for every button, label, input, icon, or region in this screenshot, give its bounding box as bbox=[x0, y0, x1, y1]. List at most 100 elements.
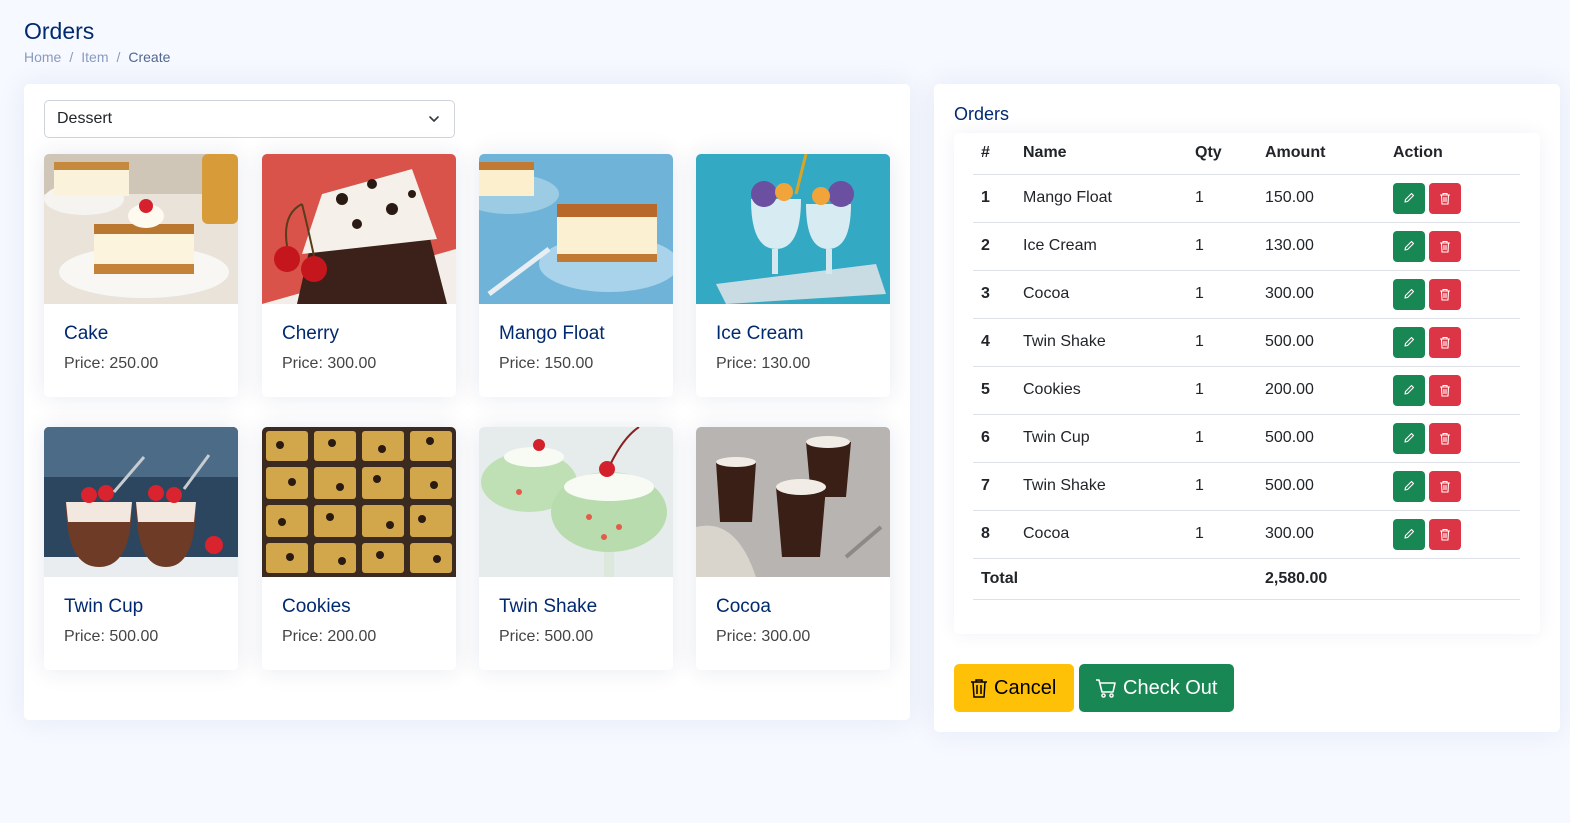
row-number: 6 bbox=[973, 414, 1023, 463]
row-qty: 1 bbox=[1195, 366, 1265, 415]
mango-float-image bbox=[479, 154, 673, 304]
trash-icon bbox=[1440, 384, 1450, 397]
product-name: Cookies bbox=[282, 596, 351, 617]
total-label: Total bbox=[973, 558, 1023, 600]
cocoa-image bbox=[696, 427, 890, 577]
delete-button[interactable] bbox=[1429, 422, 1461, 454]
pencil-icon bbox=[1404, 288, 1415, 299]
row-qty: 1 bbox=[1195, 174, 1265, 223]
edit-button[interactable] bbox=[1393, 182, 1425, 214]
row-qty: 1 bbox=[1195, 462, 1265, 511]
trash-icon bbox=[1440, 192, 1450, 205]
product-price: Price: 300.00 bbox=[716, 628, 811, 645]
product-card-cookies[interactable]: Cookies Price: 200.00 bbox=[262, 427, 456, 670]
product-card-mango-float[interactable]: Mango Float Price: 150.00 bbox=[479, 154, 673, 397]
table-row: 4 Twin Shake 1 500.00 bbox=[973, 318, 1520, 367]
trash-icon bbox=[1440, 240, 1450, 253]
product-price: Price: 300.00 bbox=[282, 355, 377, 372]
product-name: Cocoa bbox=[716, 596, 771, 617]
pencil-icon bbox=[1404, 432, 1415, 443]
checkout-button[interactable]: Check Out bbox=[1079, 664, 1234, 712]
row-amount: 500.00 bbox=[1265, 318, 1393, 367]
chevron-down-icon bbox=[429, 116, 439, 122]
product-price: Price: 130.00 bbox=[716, 355, 811, 372]
delete-button[interactable] bbox=[1429, 518, 1461, 550]
breadcrumb: Home / Item / Create bbox=[24, 49, 170, 65]
checkout-button-label: Check Out bbox=[1123, 676, 1218, 699]
delete-button[interactable] bbox=[1429, 374, 1461, 406]
product-name: Cake bbox=[64, 323, 109, 344]
row-name: Ice Cream bbox=[1023, 222, 1195, 271]
table-row: 6 Twin Cup 1 500.00 bbox=[973, 414, 1520, 463]
row-number: 8 bbox=[973, 510, 1023, 559]
product-panel: Dessert Cake Price: 250.00 Cherry Price:… bbox=[24, 84, 910, 720]
product-card-cherry[interactable]: Cherry Price: 300.00 bbox=[262, 154, 456, 397]
table-row: 5 Cookies 1 200.00 bbox=[973, 366, 1520, 415]
row-name: Cocoa bbox=[1023, 270, 1195, 319]
product-card-twin-shake[interactable]: Twin Shake Price: 500.00 bbox=[479, 427, 673, 670]
row-number: 7 bbox=[973, 462, 1023, 511]
cake-image bbox=[44, 154, 238, 304]
edit-button[interactable] bbox=[1393, 470, 1425, 502]
table-row: 1 Mango Float 1 150.00 bbox=[973, 174, 1520, 223]
row-name: Twin Shake bbox=[1023, 318, 1195, 367]
delete-button[interactable] bbox=[1429, 182, 1461, 214]
row-name: Twin Cup bbox=[1023, 414, 1195, 463]
pencil-icon bbox=[1404, 336, 1415, 347]
category-select[interactable]: Dessert bbox=[44, 100, 455, 138]
column-header-action: Action bbox=[1393, 133, 1520, 175]
row-number: 5 bbox=[973, 366, 1023, 415]
cancel-button-label: Cancel bbox=[994, 676, 1057, 699]
delete-button[interactable] bbox=[1429, 230, 1461, 262]
delete-button[interactable] bbox=[1429, 278, 1461, 310]
edit-button[interactable] bbox=[1393, 422, 1425, 454]
pencil-icon bbox=[1404, 480, 1415, 491]
row-number: 4 bbox=[973, 318, 1023, 367]
cancel-button[interactable]: Cancel bbox=[954, 664, 1074, 712]
edit-button[interactable] bbox=[1393, 374, 1425, 406]
delete-button[interactable] bbox=[1429, 470, 1461, 502]
row-amount: 300.00 bbox=[1265, 510, 1393, 559]
orders-table-card: # Name Qty Amount Action 1 Mango Float 1… bbox=[954, 133, 1540, 634]
edit-button[interactable] bbox=[1393, 518, 1425, 550]
product-price: Price: 500.00 bbox=[64, 628, 159, 645]
page-title: Orders bbox=[24, 18, 95, 44]
column-header-qty: Qty bbox=[1195, 133, 1265, 175]
table-row: 7 Twin Shake 1 500.00 bbox=[973, 462, 1520, 511]
row-qty: 1 bbox=[1195, 510, 1265, 559]
column-header-number: # bbox=[973, 133, 1023, 175]
trash-icon bbox=[1440, 432, 1450, 445]
product-card-twin-cup[interactable]: Twin Cup Price: 500.00 bbox=[44, 427, 238, 670]
row-name: Cocoa bbox=[1023, 510, 1195, 559]
breadcrumb-separator: / bbox=[69, 49, 74, 65]
pencil-icon bbox=[1404, 192, 1415, 203]
product-name: Twin Shake bbox=[499, 596, 598, 617]
edit-button[interactable] bbox=[1393, 230, 1425, 262]
twin-shake-image bbox=[479, 427, 673, 577]
cookies-image bbox=[262, 427, 456, 577]
row-amount: 200.00 bbox=[1265, 366, 1393, 415]
breadcrumb-home[interactable]: Home bbox=[24, 49, 61, 65]
table-row: 2 Ice Cream 1 130.00 bbox=[973, 222, 1520, 271]
row-name: Twin Shake bbox=[1023, 462, 1195, 511]
product-price: Price: 250.00 bbox=[64, 355, 159, 372]
row-amount: 500.00 bbox=[1265, 462, 1393, 511]
edit-button[interactable] bbox=[1393, 278, 1425, 310]
column-header-name: Name bbox=[1023, 133, 1195, 175]
edit-button[interactable] bbox=[1393, 326, 1425, 358]
row-qty: 1 bbox=[1195, 318, 1265, 367]
row-qty: 1 bbox=[1195, 414, 1265, 463]
cherry-cake-image bbox=[262, 154, 456, 304]
row-number: 1 bbox=[973, 174, 1023, 223]
trash-icon bbox=[1440, 480, 1450, 493]
row-qty: 1 bbox=[1195, 222, 1265, 271]
breadcrumb-create: Create bbox=[128, 49, 171, 65]
trash-icon bbox=[1440, 528, 1450, 541]
row-amount: 130.00 bbox=[1265, 222, 1393, 271]
product-card-cake[interactable]: Cake Price: 250.00 bbox=[44, 154, 238, 397]
breadcrumb-item[interactable]: Item bbox=[81, 49, 108, 65]
product-card-ice-cream[interactable]: Ice Cream Price: 130.00 bbox=[696, 154, 890, 397]
product-card-cocoa[interactable]: Cocoa Price: 300.00 bbox=[696, 427, 890, 670]
product-name: Mango Float bbox=[499, 323, 605, 344]
delete-button[interactable] bbox=[1429, 326, 1461, 358]
